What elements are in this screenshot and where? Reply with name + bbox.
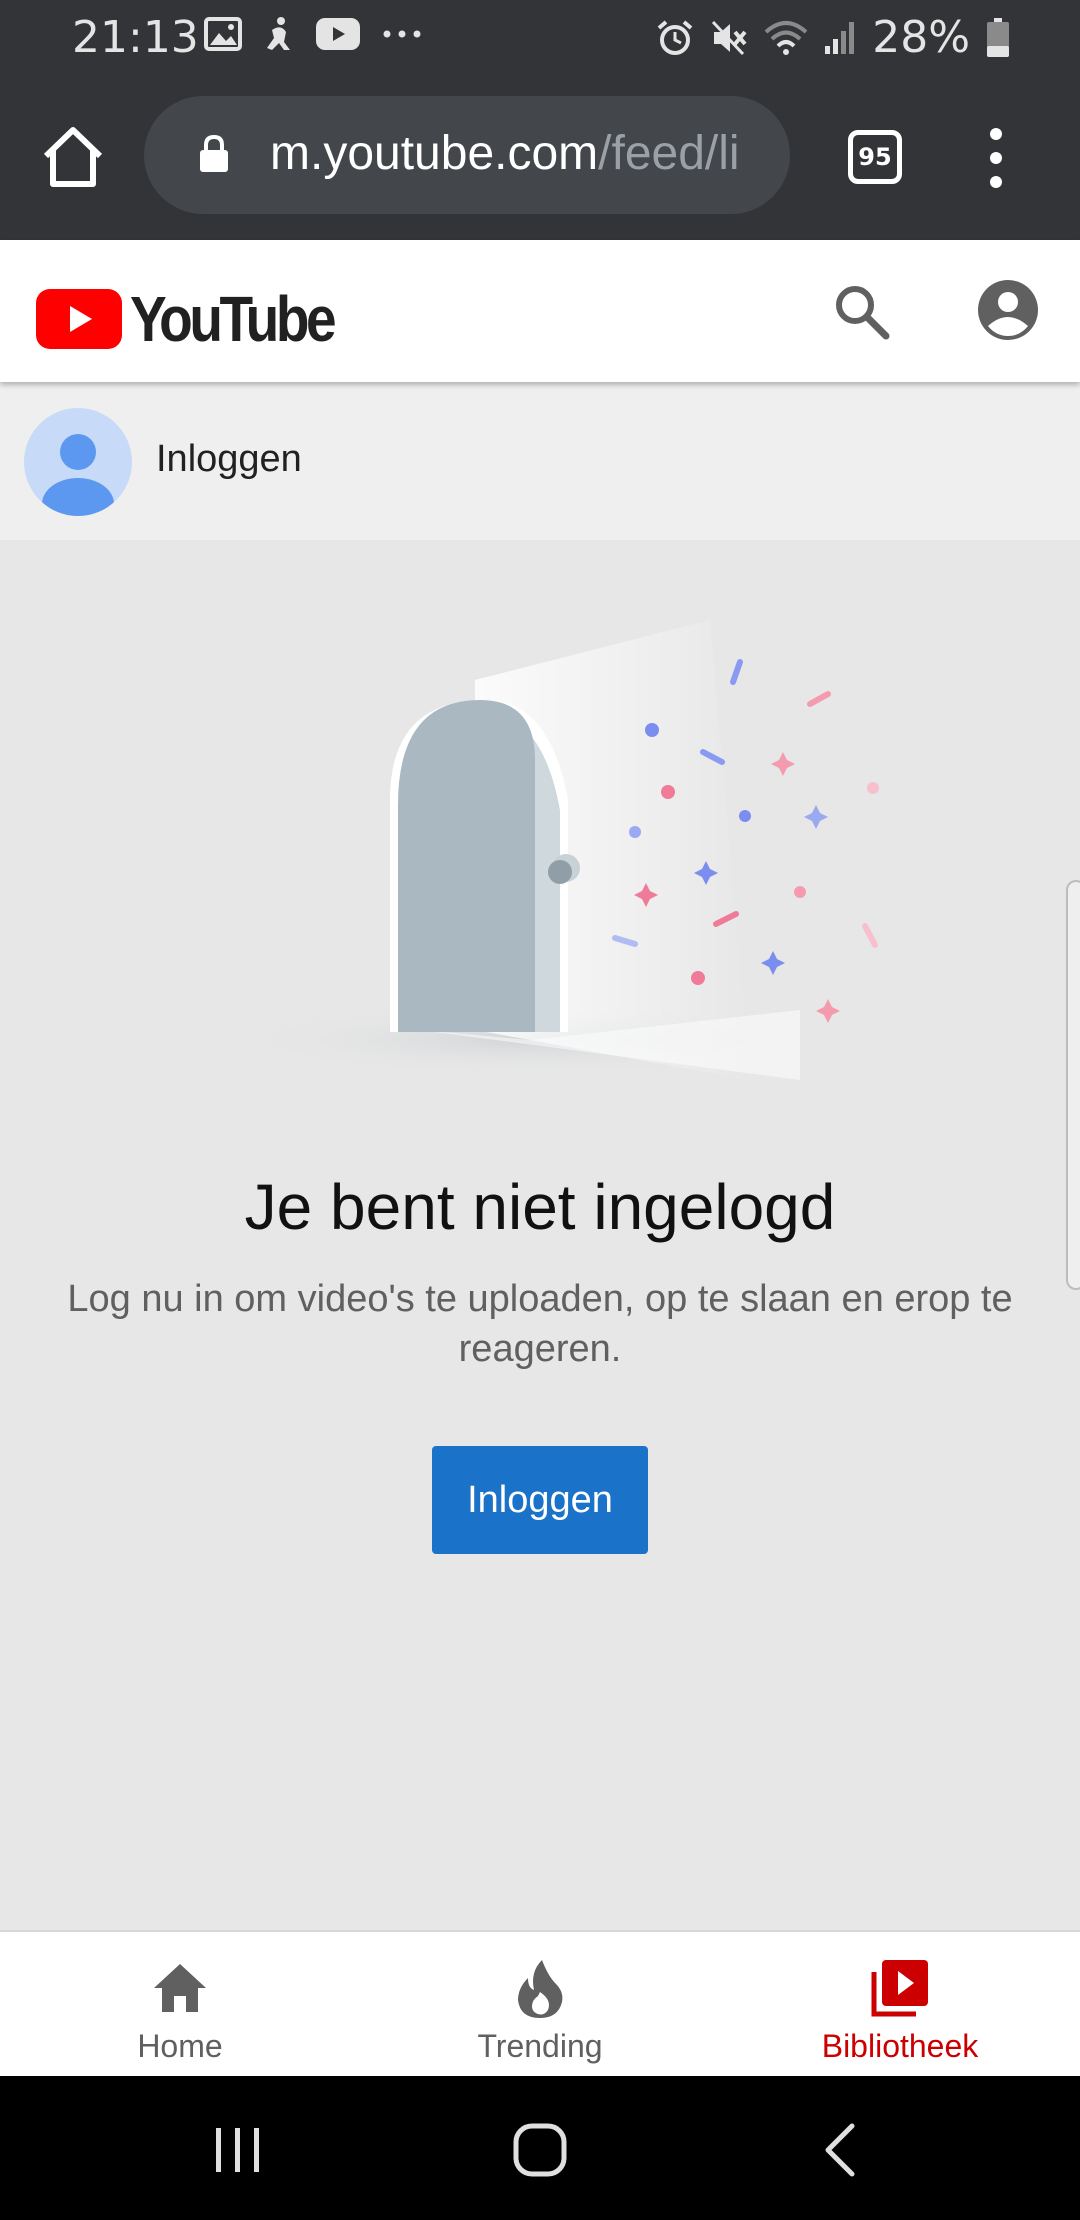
lock-icon	[200, 134, 228, 172]
browser-toolbar: m.youtube.com/feed/li 95	[0, 72, 1080, 240]
recent-apps-icon[interactable]	[208, 2120, 268, 2180]
url-path: /feed/li	[598, 127, 740, 180]
youtube-logo[interactable]: YouTube	[36, 282, 366, 356]
alarm-icon	[657, 19, 693, 55]
empty-state-title: Je bent niet ingelogd	[244, 1171, 836, 1243]
door-illustration	[230, 620, 879, 1080]
empty-state-description: Log nu in om video's te uploaden, op te …	[67, 1278, 1013, 1370]
signin-button[interactable]: Inloggen	[432, 1446, 648, 1554]
nav-label-library: Bibliotheek	[821, 2028, 979, 2064]
library-icon	[871, 1960, 928, 2017]
avatar	[24, 408, 132, 516]
status-bar: 21:13 28%	[0, 0, 1080, 72]
scroll-handle[interactable]	[1066, 880, 1080, 1290]
url-text: m.youtube.com/feed/li	[270, 126, 740, 181]
system-icons: 28%	[656, 12, 1010, 63]
nav-item-home[interactable]: Home	[0, 1932, 360, 2076]
nav-item-trending[interactable]: Trending	[360, 1932, 720, 2076]
youtube-logo-text: YouTube	[130, 283, 337, 355]
home-icon	[154, 1964, 206, 2012]
more-icon	[383, 30, 421, 38]
nav-item-library[interactable]: Bibliotheek	[720, 1932, 1080, 2076]
accessibility-icon	[267, 17, 290, 50]
youtube-icon	[316, 18, 360, 50]
person-icon	[42, 434, 114, 516]
url-domain: m.youtube.com	[270, 127, 599, 180]
status-time: 21:13	[72, 12, 199, 63]
bottom-navigation: Home Trending Bibliotheek	[0, 1930, 1080, 2076]
home-icon[interactable]	[38, 122, 108, 192]
system-navigation-bar	[0, 2076, 1080, 2220]
browser-menu-button[interactable]	[978, 128, 1014, 188]
nav-label-home: Home	[137, 2028, 223, 2064]
tab-switcher-button[interactable]: 95	[848, 130, 902, 184]
notification-icons	[204, 16, 422, 52]
flame-icon	[518, 1960, 563, 2018]
signal-icon	[825, 21, 855, 54]
battery-percent: 28%	[872, 12, 970, 63]
nav-label-trending: Trending	[477, 2028, 603, 2064]
signin-row[interactable]: Inloggen	[0, 382, 1080, 540]
address-bar[interactable]: m.youtube.com/feed/li	[144, 96, 790, 214]
back-icon[interactable]	[812, 2120, 872, 2180]
youtube-header: YouTube	[0, 240, 1080, 382]
home-button-icon[interactable]	[510, 2120, 570, 2180]
search-icon[interactable]	[830, 280, 894, 344]
mute-icon	[712, 20, 747, 55]
account-icon[interactable]	[976, 278, 1040, 342]
wifi-icon	[764, 20, 808, 55]
youtube-logo-icon	[36, 289, 122, 349]
signin-label: Inloggen	[156, 438, 302, 480]
image-icon	[204, 17, 242, 51]
battery-icon	[987, 17, 1009, 57]
